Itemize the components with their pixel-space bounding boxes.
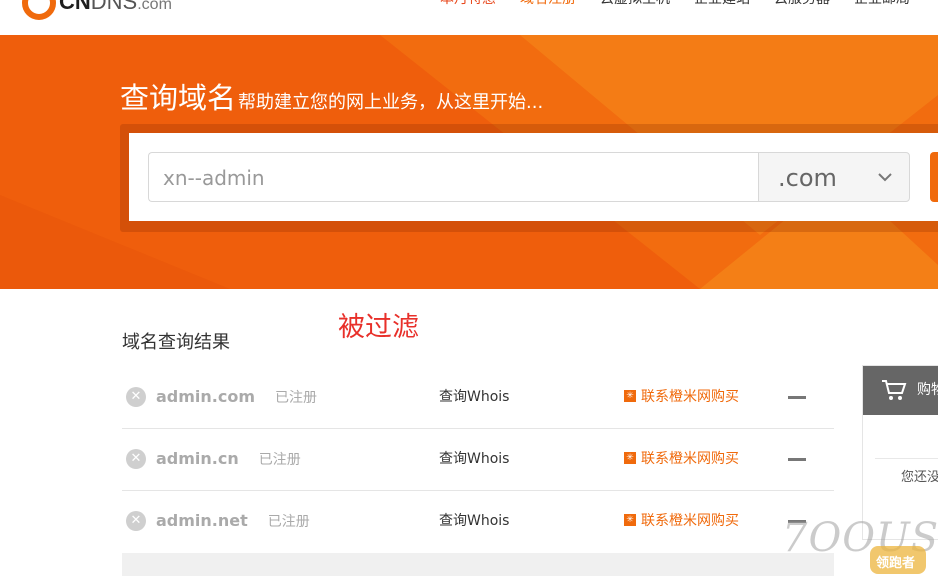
whois-link[interactable]: 查询Whois: [439, 366, 509, 428]
tld-select[interactable]: .com: [758, 152, 910, 202]
contact-buy-link[interactable]: ✳ 联系橙米网购买: [624, 490, 739, 552]
cart-title: 购物车: [917, 382, 938, 398]
collapse-dash-icon[interactable]: [788, 396, 806, 399]
nav-item-4[interactable]: 云服务器: [774, 0, 830, 7]
cart-divider: [875, 458, 938, 459]
asterisk-icon: ✳: [624, 451, 636, 464]
shopping-cart-panel: 购物车 您还没: [862, 365, 938, 540]
logo-ring-icon: [22, 0, 56, 20]
close-circle-icon: ✕: [126, 449, 146, 469]
nav-item-1[interactable]: 域名注册: [520, 0, 576, 7]
result-status: 已注册: [275, 390, 318, 406]
filtered-annotation: 被过滤: [338, 312, 419, 343]
contact-buy-link[interactable]: ✳ 联系橙米网购买: [624, 366, 739, 428]
watermark-badge-text: 领跑者: [876, 556, 916, 571]
top-navbar: CNDNS.com 本月特惠 域名注册 云虚拟主机 企业建站 云服务器 企业邮局: [0, 0, 938, 35]
asterisk-icon: ✳: [624, 389, 636, 402]
result-domain: admin.com 已注册: [156, 387, 318, 406]
tld-selected-value: .com: [778, 164, 837, 192]
nav-item-3[interactable]: 企业建站: [694, 0, 750, 7]
nav-item-5[interactable]: 企业邮局: [854, 0, 910, 7]
banner-subtitle: 帮助建立您的网上业务，从这里开始...: [238, 92, 544, 113]
logo-text: CNDNS.com: [59, 0, 172, 14]
contact-buy-link[interactable]: ✳ 联系橙米网购买: [624, 428, 739, 490]
result-row: ✕ admin.net 已注册 查询Whois ✳ 联系橙米网购买: [122, 490, 834, 552]
result-status: 已注册: [267, 514, 310, 530]
nav-item-2[interactable]: 云虚拟主机: [600, 0, 670, 7]
asterisk-icon: ✳: [624, 513, 636, 526]
cndns-logo[interactable]: CNDNS.com: [22, 0, 172, 20]
banner-heading: 查询域名 帮助建立您的网上业务，从这里开始...: [120, 75, 543, 117]
chevron-down-icon: [878, 173, 892, 182]
collapse-dash-icon[interactable]: [788, 458, 806, 461]
nav-item-0[interactable]: 本月特惠: [440, 0, 496, 7]
banner-title: 查询域名: [120, 81, 237, 115]
search-frame: xn--admin .com: [120, 124, 938, 232]
shopping-cart-icon: [882, 380, 907, 400]
result-status: 已注册: [258, 452, 301, 468]
cart-header[interactable]: 购物车: [863, 366, 938, 415]
search-button[interactable]: [930, 152, 938, 202]
results-footer-row: [122, 553, 834, 576]
result-domain: admin.cn 已注册: [156, 449, 301, 468]
close-circle-icon: ✕: [126, 511, 146, 531]
close-circle-icon: ✕: [126, 387, 146, 407]
whois-link[interactable]: 查询Whois: [439, 490, 509, 552]
results-title: 域名查询结果: [122, 332, 230, 353]
result-domain: admin.net 已注册: [156, 511, 310, 530]
whois-link[interactable]: 查询Whois: [439, 428, 509, 490]
result-row: ✕ admin.com 已注册 查询Whois ✳ 联系橙米网购买: [122, 366, 834, 429]
cart-empty-text: 您还没: [901, 470, 938, 485]
search-panel: xn--admin .com: [129, 133, 938, 221]
main-nav: 本月特惠 域名注册 云虚拟主机 企业建站 云服务器 企业邮局: [440, 0, 934, 7]
domain-search-input[interactable]: xn--admin: [148, 152, 758, 202]
result-row: ✕ admin.cn 已注册 查询Whois ✳ 联系橙米网购买: [122, 428, 834, 491]
search-banner: 查询域名 帮助建立您的网上业务，从这里开始... xn--admin .com: [0, 35, 938, 289]
